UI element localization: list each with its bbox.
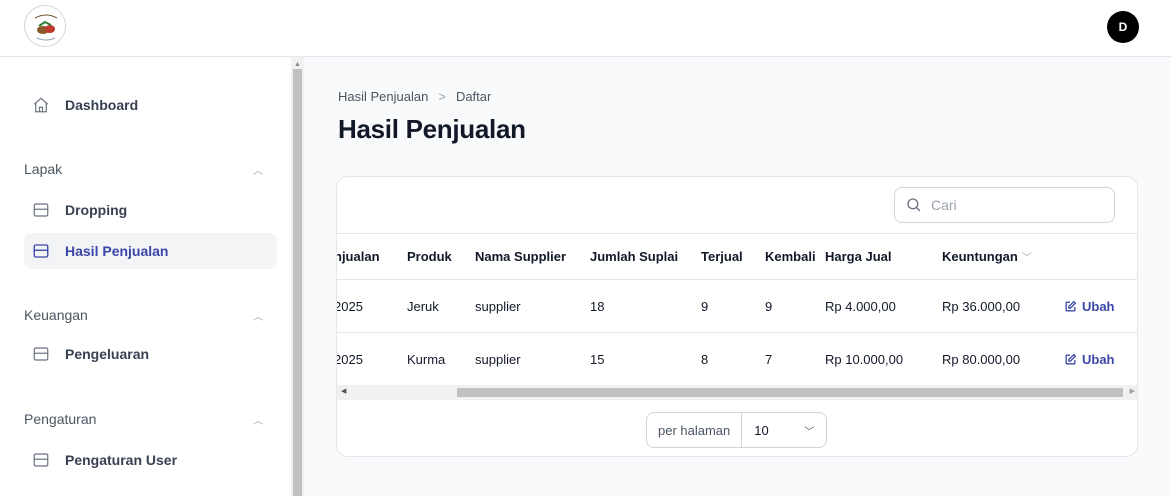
per-page-value: 10 <box>754 422 769 438</box>
column-header-tanggal[interactable]: njualan <box>337 249 380 264</box>
table-header-row: njualan Produk Nama Supplier Jumlah Supl… <box>337 234 1137 280</box>
cell-tanggal: 2025 <box>337 298 363 314</box>
cell-terjual: 9 <box>701 298 709 314</box>
column-header-label: Keuntungan <box>942 249 1018 264</box>
search-icon <box>905 196 923 214</box>
scroll-left-arrow-icon[interactable]: ◀ <box>341 387 346 395</box>
edit-button[interactable]: Ubah <box>1064 352 1115 367</box>
breadcrumb-separator: > <box>438 89 446 104</box>
sidebar-item-dropping[interactable]: Dropping <box>24 192 277 228</box>
edit-button[interactable]: Ubah <box>1064 299 1115 314</box>
column-header-terjual[interactable]: Terjual <box>701 249 743 264</box>
nav-group-lapak[interactable]: Lapak ︿ <box>24 161 277 177</box>
user-avatar[interactable]: D <box>1107 11 1139 43</box>
table-row: 2025 Kurma supplier 15 8 7 Rp 10.000,00 … <box>337 333 1137 385</box>
search-input[interactable] <box>931 197 1101 213</box>
sales-table: njualan Produk Nama Supplier Jumlah Supl… <box>337 233 1137 385</box>
column-header-jumlah[interactable]: Jumlah Suplai <box>590 249 678 264</box>
cell-keuntungan: Rp 36.000,00 <box>942 298 1021 314</box>
sidebar-item-label: Dropping <box>65 202 128 218</box>
home-icon <box>32 96 50 114</box>
cell-produk: Jeruk <box>407 298 439 314</box>
breadcrumb: Hasil Penjualan > Daftar <box>338 89 491 104</box>
chevron-down-icon: ﹀ <box>804 426 815 438</box>
page-title: Hasil Penjualan <box>338 114 526 144</box>
cell-produk: Kurma <box>407 351 446 367</box>
column-header-produk[interactable]: Produk <box>407 249 452 264</box>
tray-icon <box>32 201 50 219</box>
edit-icon <box>1064 300 1077 313</box>
search-box[interactable] <box>894 187 1115 223</box>
table-card: njualan Produk Nama Supplier Jumlah Supl… <box>336 176 1138 457</box>
chevron-up-icon: ︿ <box>253 165 263 177</box>
tray-icon <box>32 242 50 260</box>
cell-terjual: 8 <box>701 351 709 367</box>
cell-supplier: supplier <box>475 351 521 367</box>
cell-kembali: 9 <box>765 298 773 314</box>
sidebar-item-label: Hasil Penjualan <box>65 243 169 259</box>
table-horizontal-scrollbar[interactable]: ◀ ▶ <box>337 385 1137 400</box>
edit-icon <box>1064 353 1077 366</box>
sidebar-item-dashboard[interactable]: Dashboard <box>24 87 277 123</box>
per-page-label: per halaman <box>647 413 743 447</box>
scrollbar-thumb[interactable] <box>293 69 302 496</box>
nav-group-pengaturan[interactable]: Pengaturan ︿ <box>24 411 277 427</box>
cell-jumlah: 15 <box>590 351 605 367</box>
tray-icon <box>32 451 50 469</box>
sidebar-item-label: Pengeluaran <box>65 346 150 362</box>
column-header-harga[interactable]: Harga Jual <box>825 249 891 264</box>
nav-group-keuangan[interactable]: Keuangan ︿ <box>24 307 277 323</box>
sidebar-item-pengaturan-user[interactable]: Pengaturan User <box>24 442 277 478</box>
sidebar-item-label: Pengaturan User <box>65 452 178 468</box>
cell-harga: Rp 4.000,00 <box>825 298 896 314</box>
scroll-right-arrow-icon[interactable]: ▶ <box>1130 387 1135 395</box>
cell-kembali: 7 <box>765 351 773 367</box>
edit-button-label: Ubah <box>1082 351 1115 367</box>
per-page-selector[interactable]: per halaman 10 ﹀ <box>646 412 828 448</box>
breadcrumb-current: Daftar <box>455 89 492 104</box>
column-header-keuntungan[interactable]: Keuntungan ﹀ <box>942 249 1032 264</box>
top-bar: D <box>0 0 1171 57</box>
edit-button-label: Ubah <box>1082 298 1115 314</box>
sidebar-item-pengeluaran[interactable]: Pengeluaran <box>24 336 277 372</box>
sidebar-scrollbar[interactable]: ▲ <box>291 57 304 496</box>
brand-logo[interactable] <box>24 5 66 47</box>
chevron-up-icon: ︿ <box>253 415 263 427</box>
column-header-supplier[interactable]: Nama Supplier <box>475 249 566 264</box>
breadcrumb-parent[interactable]: Hasil Penjualan <box>338 89 428 104</box>
sort-chevron-icon[interactable]: ﹀ <box>1022 253 1032 264</box>
nav-group-label: Pengaturan <box>24 411 97 427</box>
cell-jumlah: 18 <box>590 298 605 314</box>
column-header-kembali[interactable]: Kembali <box>765 249 816 264</box>
scroll-up-arrow-icon[interactable]: ▲ <box>294 61 301 68</box>
per-page-select[interactable]: 10 ﹀ <box>742 423 826 438</box>
cell-supplier: supplier <box>475 298 521 314</box>
sidebar-item-label: Dashboard <box>65 97 139 113</box>
nav-group-label: Keuangan <box>24 307 88 323</box>
table-row: 2025 Jeruk supplier 18 9 9 Rp 4.000,00 R… <box>337 280 1137 333</box>
cell-keuntungan: Rp 80.000,00 <box>942 351 1021 367</box>
tray-icon <box>32 345 50 363</box>
chevron-up-icon: ︿ <box>253 311 263 323</box>
sidebar: Dashboard Lapak ︿ Dropping Hasil Penjual… <box>0 57 291 496</box>
sidebar-item-hasil-penjualan[interactable]: Hasil Penjualan <box>24 233 277 269</box>
scrollbar-thumb[interactable] <box>457 388 1123 397</box>
nav-group-label: Lapak <box>24 161 63 177</box>
cell-harga: Rp 10.000,00 <box>825 351 904 367</box>
cell-tanggal: 2025 <box>337 351 363 367</box>
